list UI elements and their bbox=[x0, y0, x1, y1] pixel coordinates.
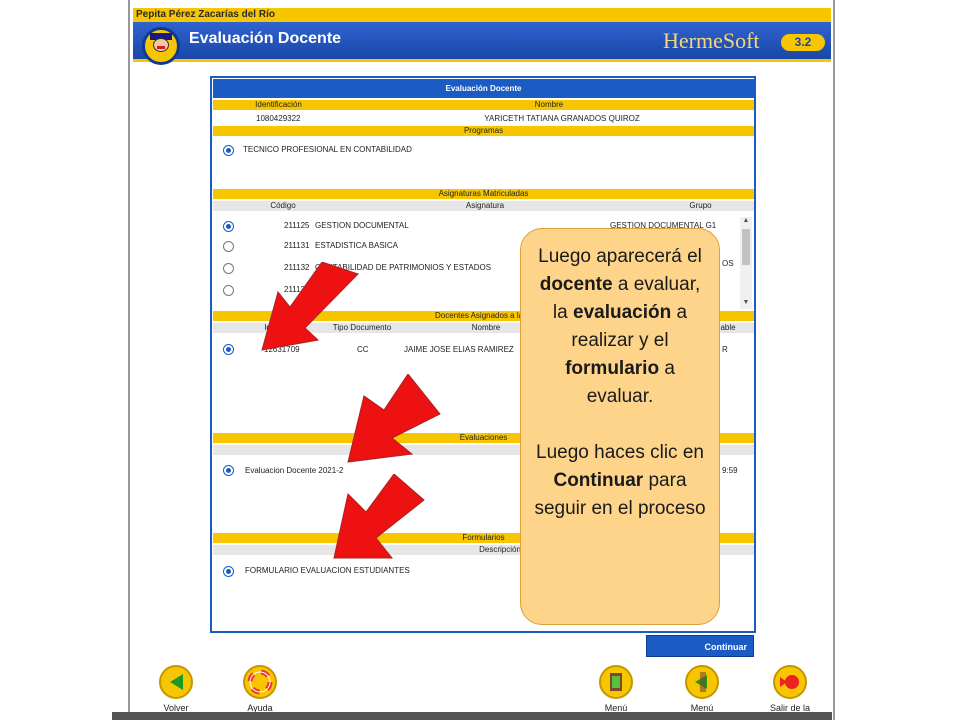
subject-radio-2[interactable] bbox=[223, 241, 234, 252]
student-header: Identificación Nombre bbox=[213, 100, 754, 110]
col-identificacion: Identificación bbox=[255, 100, 302, 109]
subject-radio-3[interactable] bbox=[223, 263, 234, 274]
lifebuoy-icon bbox=[243, 665, 277, 699]
panel-title: Evaluación Docente bbox=[213, 79, 754, 98]
program-radio[interactable] bbox=[223, 145, 234, 156]
subject-group-3: OS bbox=[722, 259, 734, 268]
subject-name-2: ESTADISTICA BASICA bbox=[315, 241, 398, 250]
page-title: Evaluación Docente bbox=[189, 30, 342, 47]
col-codigo: Código bbox=[270, 201, 296, 210]
teacher-name: JAIME JOSE ELIAS RAMIREZ bbox=[404, 345, 514, 354]
callout-bold-docente: docente bbox=[539, 274, 613, 295]
continue-button[interactable]: Continuar bbox=[646, 635, 754, 657]
form-name: FORMULARIO EVALUACION ESTUDIANTES bbox=[245, 566, 410, 575]
instruction-callout: Luego aparecerá el docente a evaluar, la… bbox=[520, 228, 720, 625]
help-button[interactable]: Ayuda bbox=[230, 665, 290, 713]
callout-text-1: Luego aparecerá el bbox=[538, 246, 702, 267]
subject-radio-1[interactable] bbox=[223, 221, 234, 232]
callout-bold-evaluacion: evaluación bbox=[573, 302, 672, 323]
subject-name-1: GESTION DOCUMENTAL bbox=[315, 221, 409, 230]
col-nombre: Nombre bbox=[534, 100, 564, 109]
col-descripcion-formulario: Descripción bbox=[479, 545, 521, 554]
subjects-columns: Código Asignatura Grupo bbox=[213, 201, 754, 211]
program-name: TECNICO PROFESIONAL EN CONTABILIDAD bbox=[243, 145, 412, 154]
programs-header: Programas bbox=[213, 126, 754, 136]
arrow-to-evaluation-icon bbox=[347, 374, 441, 463]
menu-button-1[interactable]: Menú bbox=[586, 665, 646, 713]
student-name: YARICETH TATIANA GRANADOS QUIROZ bbox=[484, 114, 640, 123]
form-radio[interactable] bbox=[223, 566, 234, 577]
scroll-up-icon[interactable]: ▲ bbox=[740, 217, 752, 227]
brand-version: 3.2 bbox=[781, 34, 825, 51]
brand-name: HermeSoft bbox=[663, 28, 760, 53]
menu-back-icon bbox=[685, 665, 719, 699]
col-nombre-docente: Nombre bbox=[471, 323, 501, 332]
menu-icon bbox=[599, 665, 633, 699]
app-window: Pepita Pérez Zacarías del Río Evaluación… bbox=[128, 0, 835, 720]
arrow-to-form-icon bbox=[333, 474, 425, 559]
arrow-to-teacher-icon bbox=[261, 262, 359, 351]
subject-radio-4[interactable] bbox=[223, 285, 234, 296]
callout-text-5: Luego haces clic en bbox=[536, 442, 704, 463]
user-name-bar: Pepita Pérez Zacarías del Río bbox=[133, 8, 831, 22]
subjects-header: Asignaturas Matriculadas bbox=[213, 189, 754, 199]
app-logo-icon bbox=[142, 27, 180, 65]
exit-icon bbox=[773, 665, 807, 699]
exit-button[interactable]: Salir de la bbox=[760, 665, 820, 713]
scroll-down-icon[interactable]: ▼ bbox=[740, 299, 752, 309]
callout-bold-formulario: formulario bbox=[565, 358, 660, 379]
evaluation-end: 9:59 bbox=[722, 466, 738, 475]
student-id: 1080429322 bbox=[256, 114, 301, 123]
col-asignatura: Asignatura bbox=[465, 201, 505, 210]
back-button[interactable]: Volver bbox=[146, 665, 206, 713]
callout-bold-continuar: Continuar bbox=[553, 470, 644, 491]
taskbar-strip bbox=[112, 712, 832, 720]
evaluation-radio[interactable] bbox=[223, 465, 234, 476]
app-header: Evaluación Docente HermeSoft 3.2 bbox=[133, 22, 831, 65]
subject-code-1: 211125 bbox=[284, 221, 310, 230]
scroll-thumb[interactable] bbox=[742, 229, 750, 265]
col-grupo: Grupo bbox=[689, 201, 712, 210]
subject-code-2: 211131 bbox=[284, 241, 310, 250]
back-arrow-icon bbox=[159, 665, 193, 699]
teacher-radio[interactable] bbox=[223, 344, 234, 355]
menu-button-2[interactable]: Menú bbox=[672, 665, 732, 713]
teacher-resp: R bbox=[722, 345, 728, 354]
subjects-scrollbar[interactable]: ▲ ▼ bbox=[740, 217, 752, 309]
